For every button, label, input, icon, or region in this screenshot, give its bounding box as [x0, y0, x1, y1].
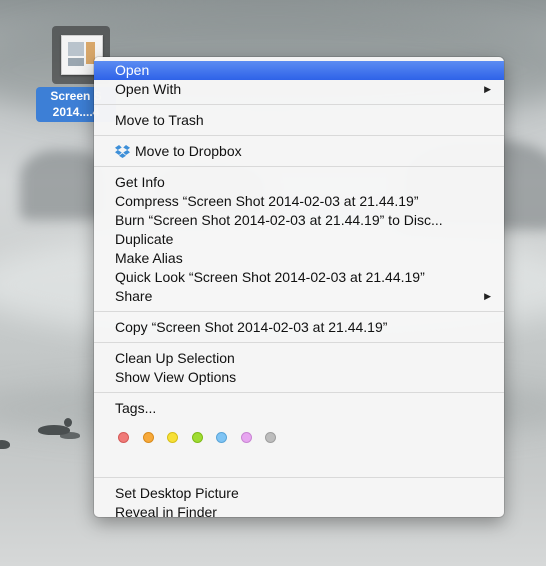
menu-item-move-to-dropbox[interactable]: Move to Dropbox [94, 142, 504, 161]
menu-separator [94, 166, 504, 167]
menu-item-label: Duplicate [115, 231, 174, 247]
tag-purple-dot[interactable] [240, 431, 252, 443]
menu-item-clean-up-selection[interactable]: Clean Up Selection [94, 349, 504, 368]
menu-item-get-info[interactable]: Get Info [94, 173, 504, 192]
submenu-arrow-icon: ▶ [484, 291, 491, 301]
menu-separator [94, 104, 504, 105]
menu-item-tags[interactable]: Tags... [94, 399, 504, 418]
menu-item-label: Open [115, 62, 150, 78]
desktop-background: Screen S 2014....4 Open Open With ▶ Move… [0, 0, 546, 566]
duck-silhouette [0, 440, 10, 449]
tag-yellow-dot[interactable] [167, 431, 178, 443]
menu-item-copy[interactable]: Copy “Screen Shot 2014-02-03 at 21.44.19… [94, 318, 504, 337]
menu-item-label: Share [115, 288, 153, 304]
menu-item-label: Copy “Screen Shot 2014-02-03 at 21.44.19… [115, 319, 388, 335]
menu-separator [94, 477, 504, 478]
menu-item-label: Show View Options [115, 369, 237, 385]
menu-item-label: Make Alias [115, 250, 183, 266]
tag-green-dot[interactable] [191, 431, 203, 443]
menu-separator [94, 135, 504, 136]
menu-item-label: Burn “Screen Shot 2014-02-03 at 21.44.19… [115, 212, 443, 228]
menu-item-burn-to-disc[interactable]: Burn “Screen Shot 2014-02-03 at 21.44.19… [94, 211, 504, 230]
submenu-arrow-icon: ▶ [484, 84, 491, 94]
menu-item-quick-look[interactable]: Quick Look “Screen Shot 2014-02-03 at 21… [94, 268, 504, 287]
menu-item-label: Open With [115, 81, 182, 97]
menu-spacer [94, 448, 504, 472]
menu-item-compress[interactable]: Compress “Screen Shot 2014-02-03 at 21.4… [94, 192, 504, 211]
menu-item-label: Quick Look “Screen Shot 2014-02-03 at 21… [115, 269, 425, 285]
menu-separator [94, 342, 504, 343]
tag-red-dot[interactable] [118, 431, 129, 443]
menu-item-move-to-trash[interactable]: Move to Trash [94, 111, 504, 130]
menu-item-share[interactable]: Share ▶ [94, 287, 504, 306]
menu-item-label: Move to Dropbox [135, 143, 242, 159]
menu-item-label: Move to Trash [115, 112, 204, 128]
menu-item-label: Get Info [115, 174, 165, 190]
menu-separator [94, 392, 504, 393]
menu-item-label: Compress “Screen Shot 2014-02-03 at 21.4… [115, 193, 419, 209]
menu-item-label: Reveal in Finder [115, 504, 217, 520]
menu-separator [94, 311, 504, 312]
menu-item-label: Clean Up Selection [115, 350, 235, 366]
tag-color-row [94, 426, 504, 448]
menu-item-open-with[interactable]: Open With ▶ [94, 80, 504, 99]
menu-item-show-view-options[interactable]: Show View Options [94, 368, 504, 387]
menu-item-open[interactable]: Open [94, 61, 504, 80]
menu-item-duplicate[interactable]: Duplicate [94, 230, 504, 249]
tag-orange-dot[interactable] [142, 431, 154, 443]
tag-blue-dot[interactable] [216, 431, 227, 443]
menu-item-label: Set Desktop Picture [115, 485, 239, 501]
duck-silhouette [64, 418, 72, 427]
menu-item-reveal-in-finder[interactable]: Reveal in Finder [94, 503, 504, 522]
dropbox-icon [115, 145, 130, 158]
tag-gray-dot[interactable] [265, 431, 276, 443]
menu-item-make-alias[interactable]: Make Alias [94, 249, 504, 268]
context-menu: Open Open With ▶ Move to Trash Move to D… [94, 57, 504, 520]
duck-silhouette [60, 432, 80, 439]
menu-item-label: Tags... [115, 400, 157, 416]
menu-item-set-desktop-picture[interactable]: Set Desktop Picture [94, 484, 504, 503]
